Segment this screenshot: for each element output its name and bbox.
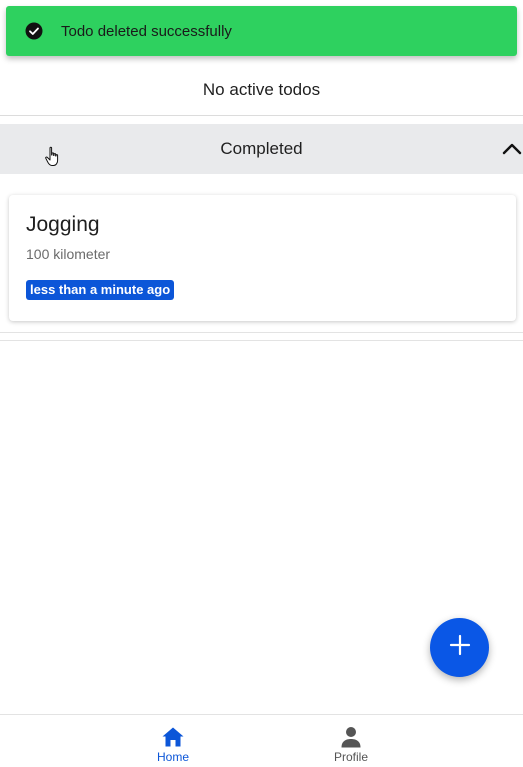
active-todos-empty-state: No active todos	[0, 64, 523, 116]
todo-title: Jogging	[26, 213, 100, 236]
todo-card[interactable]: Jogging 100 kilometer less than a minute…	[9, 195, 516, 321]
success-toast: Todo deleted successfully	[6, 6, 517, 56]
todo-timestamp-badge: less than a minute ago	[26, 280, 175, 300]
nav-item-home[interactable]: Home	[113, 715, 233, 767]
nav-label-profile: Profile	[333, 750, 368, 764]
home-icon	[161, 726, 185, 748]
chevron-up-icon[interactable]	[501, 138, 523, 160]
bottom-navigation: Home Profile	[0, 714, 523, 767]
empty-state-text: No active todos	[202, 79, 321, 99]
plus-icon	[448, 633, 472, 662]
nav-label-home: Home	[156, 750, 189, 764]
person-icon	[339, 726, 363, 748]
hand-pointer-icon	[44, 146, 62, 168]
completed-section-header[interactable]: Completed	[0, 124, 523, 174]
check-circle-icon	[25, 22, 43, 40]
todo-description: 100 kilometer	[26, 246, 111, 262]
app-page: Todo deleted successfully No active todo…	[0, 0, 523, 767]
divider	[0, 340, 523, 341]
nav-item-profile[interactable]: Profile	[291, 715, 411, 767]
completed-header-label: Completed	[220, 139, 303, 158]
toast-message: Todo deleted successfully	[61, 22, 232, 40]
divider	[0, 332, 523, 333]
add-todo-button[interactable]	[430, 618, 489, 677]
